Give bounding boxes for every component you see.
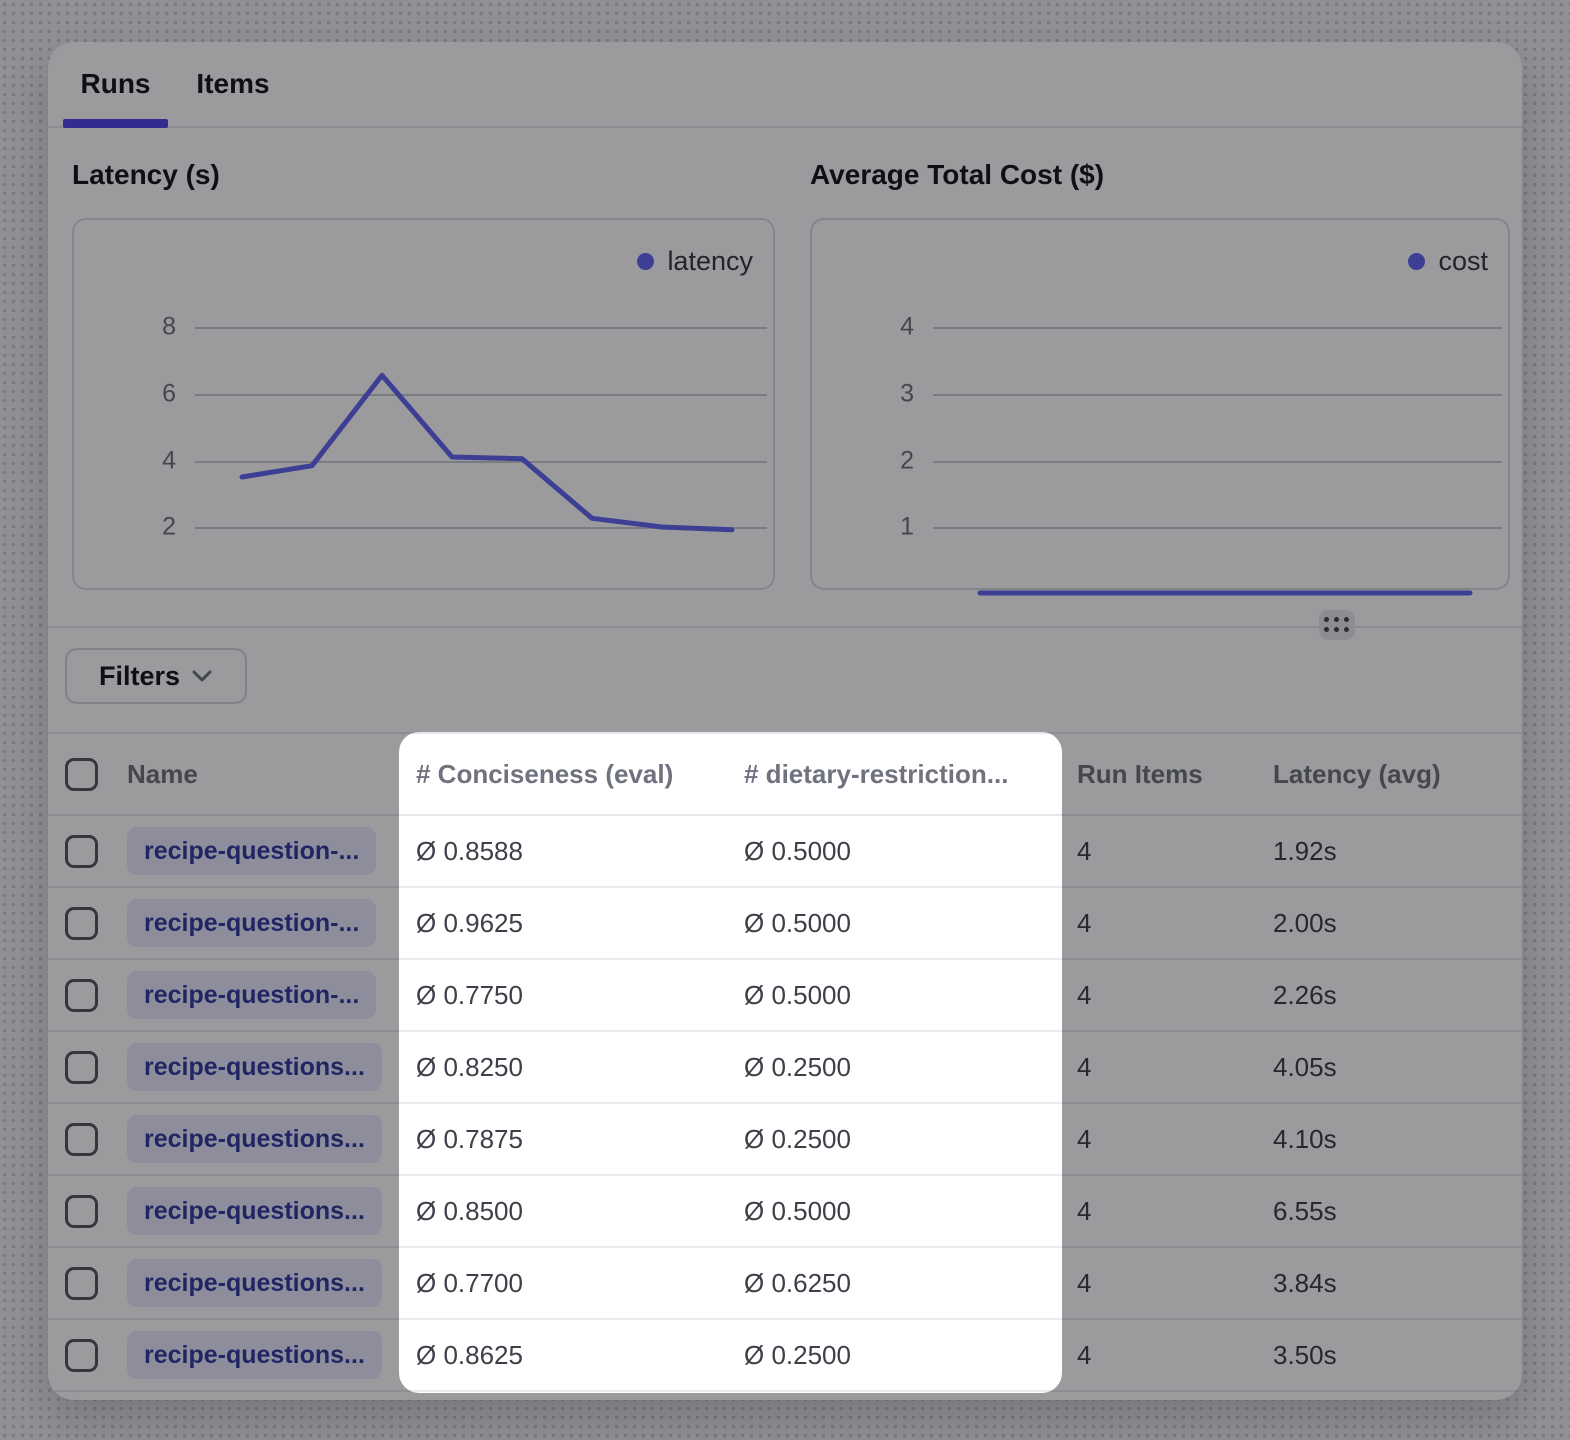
run-items-cell: 4 <box>1077 836 1273 867</box>
latency-cell: 4.05s <box>1273 1052 1522 1083</box>
latency-cell: 2.26s <box>1273 980 1522 1011</box>
table-row[interactable]: recipe-question-... Ø 0.8588 Ø 0.5000 4 … <box>48 816 1522 888</box>
row-checkbox[interactable] <box>65 1195 98 1228</box>
latency-cell: 4.10s <box>1273 1124 1522 1155</box>
run-items-cell: 4 <box>1077 1124 1273 1155</box>
column-header-dietary[interactable]: # dietary-restriction... <box>744 759 1077 790</box>
cost-chart-panel: cost 4 3 2 1 <box>810 218 1510 590</box>
column-header-conciseness[interactable]: # Conciseness (eval) <box>416 759 744 790</box>
run-items-cell: 4 <box>1077 1340 1273 1371</box>
latency-line-chart <box>74 220 773 588</box>
conciseness-cell: Ø 0.8625 <box>416 1340 744 1371</box>
latency-cell: 1.92s <box>1273 836 1522 867</box>
row-checkbox[interactable] <box>65 979 98 1012</box>
tab-runs[interactable]: Runs <box>63 42 168 126</box>
table-row[interactable]: recipe-question-... Ø 0.7750 Ø 0.5000 4 … <box>48 960 1522 1032</box>
latency-chart-title: Latency (s) <box>72 159 220 191</box>
run-items-cell: 4 <box>1077 1196 1273 1227</box>
run-name-badge[interactable]: recipe-question-... <box>127 899 376 947</box>
column-header-name[interactable]: Name <box>127 759 416 790</box>
run-name-badge[interactable]: recipe-questions... <box>127 1187 382 1235</box>
conciseness-cell: Ø 0.7700 <box>416 1268 744 1299</box>
dietary-cell: Ø 0.5000 <box>744 836 1077 867</box>
column-header-run-items[interactable]: Run Items <box>1077 759 1273 790</box>
conciseness-cell: Ø 0.8250 <box>416 1052 744 1083</box>
dietary-cell: Ø 0.2500 <box>744 1052 1077 1083</box>
table-row[interactable]: recipe-questions... Ø 0.7700 Ø 0.6250 4 … <box>48 1248 1522 1320</box>
row-checkbox[interactable] <box>65 907 98 940</box>
run-name-badge[interactable]: recipe-questions... <box>127 1331 382 1379</box>
latency-chart-panel: latency 8 6 4 2 <box>72 218 775 590</box>
run-items-cell: 4 <box>1077 908 1273 939</box>
cost-chart-title: Average Total Cost ($) <box>810 159 1104 191</box>
latency-cell: 2.00s <box>1273 908 1522 939</box>
column-header-latency[interactable]: Latency (avg) <box>1273 759 1522 790</box>
dietary-cell: Ø 0.5000 <box>744 908 1077 939</box>
dietary-cell: Ø 0.5000 <box>744 1196 1077 1227</box>
run-name-badge[interactable]: recipe-questions... <box>127 1043 382 1091</box>
table-row[interactable]: recipe-questions... Ø 0.8625 Ø 0.2500 4 … <box>48 1320 1522 1392</box>
dietary-cell: Ø 0.2500 <box>744 1124 1077 1155</box>
latency-cell: 3.84s <box>1273 1268 1522 1299</box>
conciseness-cell: Ø 0.9625 <box>416 908 744 939</box>
run-name-badge[interactable]: recipe-question-... <box>127 971 376 1019</box>
run-items-cell: 4 <box>1077 980 1273 1011</box>
dietary-cell: Ø 0.5000 <box>744 980 1077 1011</box>
table-row[interactable]: recipe-questions... Ø 0.7875 Ø 0.2500 4 … <box>48 1104 1522 1176</box>
row-checkbox[interactable] <box>65 1123 98 1156</box>
conciseness-cell: Ø 0.8500 <box>416 1196 744 1227</box>
table-row[interactable]: recipe-questions... Ø 0.8500 Ø 0.5000 4 … <box>48 1176 1522 1248</box>
section-divider <box>48 626 1522 628</box>
conciseness-cell: Ø 0.8588 <box>416 836 744 867</box>
row-checkbox[interactable] <box>65 1267 98 1300</box>
run-items-cell: 4 <box>1077 1268 1273 1299</box>
run-items-cell: 4 <box>1077 1052 1273 1083</box>
run-name-badge[interactable]: recipe-questions... <box>127 1259 382 1307</box>
run-name-badge[interactable]: recipe-questions... <box>127 1115 382 1163</box>
tab-bar: Runs Items <box>48 42 1522 128</box>
cost-line-chart <box>812 220 1508 588</box>
conciseness-cell: Ø 0.7875 <box>416 1124 744 1155</box>
runs-table: Name # Conciseness (eval) # dietary-rest… <box>48 732 1522 1392</box>
select-all-checkbox[interactable] <box>65 758 98 791</box>
drag-handle-icon[interactable] <box>1319 610 1355 640</box>
dietary-cell: Ø 0.6250 <box>744 1268 1077 1299</box>
table-header-row: Name # Conciseness (eval) # dietary-rest… <box>48 732 1522 816</box>
runs-dashboard-card: Runs Items Latency (s) Average Total Cos… <box>48 42 1522 1400</box>
row-checkbox[interactable] <box>65 1339 98 1372</box>
row-checkbox[interactable] <box>65 1051 98 1084</box>
filters-button[interactable]: Filters <box>65 648 247 704</box>
filters-button-label: Filters <box>99 661 180 692</box>
dietary-cell: Ø 0.2500 <box>744 1340 1077 1371</box>
table-row[interactable]: recipe-question-... Ø 0.9625 Ø 0.5000 4 … <box>48 888 1522 960</box>
latency-cell: 3.50s <box>1273 1340 1522 1371</box>
latency-cell: 6.55s <box>1273 1196 1522 1227</box>
row-checkbox[interactable] <box>65 835 98 868</box>
tab-items[interactable]: Items <box>185 42 281 126</box>
table-row[interactable]: recipe-questions... Ø 0.8250 Ø 0.2500 4 … <box>48 1032 1522 1104</box>
conciseness-cell: Ø 0.7750 <box>416 980 744 1011</box>
run-name-badge[interactable]: recipe-question-... <box>127 827 376 875</box>
chevron-down-icon <box>191 669 213 683</box>
